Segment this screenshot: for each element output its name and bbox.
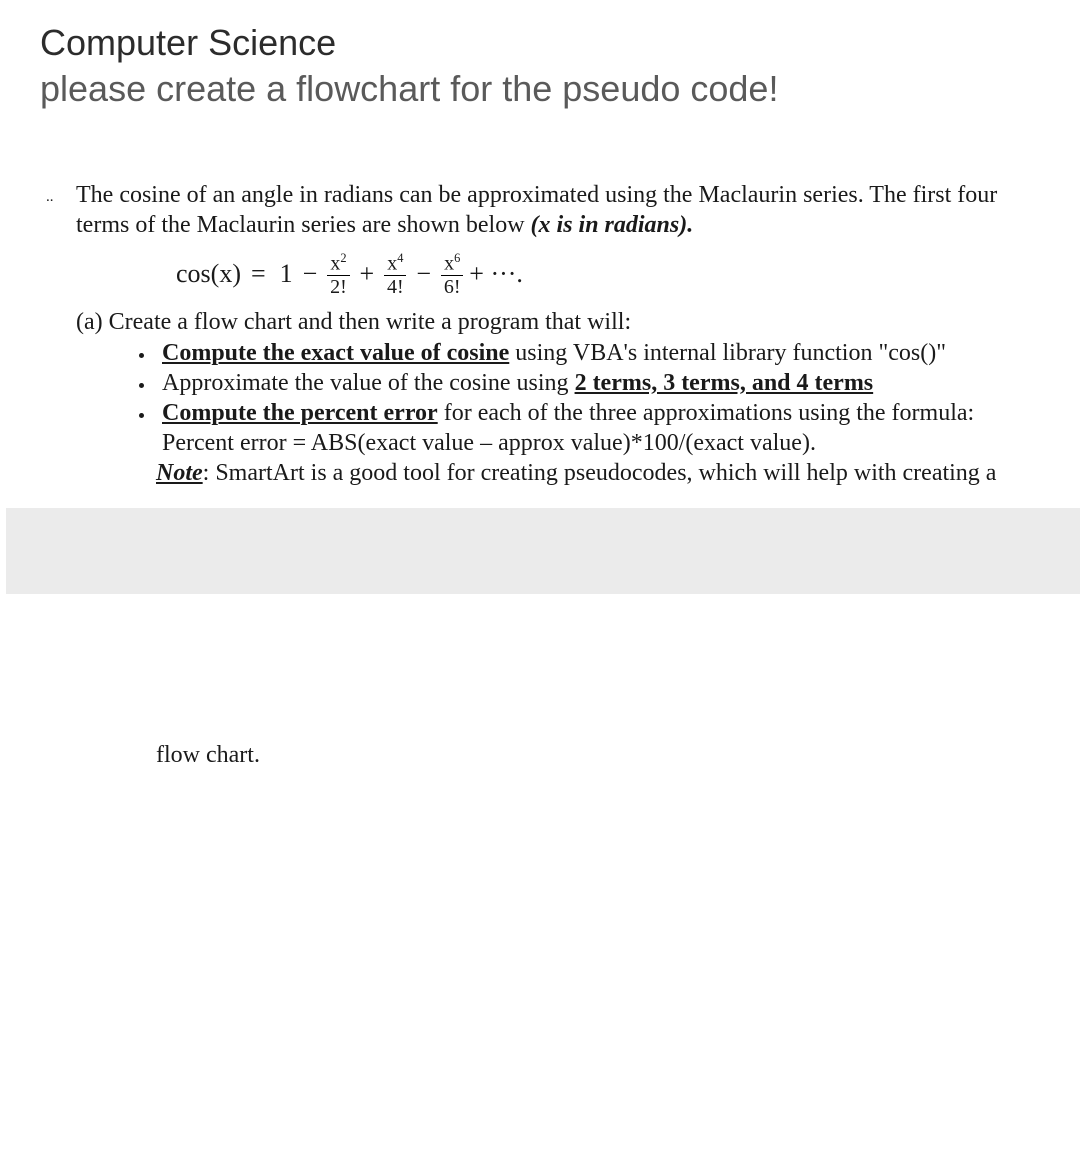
formula-first-term: 1 — [280, 259, 293, 289]
f3-den: 6! — [444, 276, 461, 297]
f3-base: x — [444, 253, 454, 275]
part-a-prompt: (a) Create a flow chart and then write a… — [76, 309, 1040, 336]
intro-emphasis: (x is in radians). — [531, 212, 694, 238]
list-item: Approximate the value of the cosine usin… — [156, 368, 1040, 398]
f1-base: x — [330, 253, 340, 275]
note-continuation: flow chart. — [156, 742, 1040, 769]
formula-fraction-3: x6 6! — [441, 252, 463, 297]
bullet2-underline: 2 terms, 3 terms, and 4 terms — [575, 370, 874, 396]
list-item: Compute the exact value of cosine using … — [156, 338, 1040, 368]
bullet1-rest: using VBA's internal library function "c… — [509, 340, 946, 366]
f2-base: x — [387, 253, 397, 275]
list-item: Compute the percent error for each of th… — [156, 398, 1040, 458]
requirements-list: Compute the exact value of cosine using … — [156, 338, 1040, 458]
note-label: Note — [156, 460, 203, 486]
request-text: please create a flowchart for the pseudo… — [40, 68, 1040, 110]
intro-paragraph: The cosine of an angle in radians can be… — [76, 180, 1040, 240]
f2-pow: 4 — [397, 251, 403, 265]
leading-marker: .. — [46, 180, 76, 212]
formula-op-minus1: − — [303, 259, 318, 289]
bullet1-underline: Compute the exact value of cosine — [162, 340, 509, 366]
formula-op-plus1: + — [360, 259, 375, 289]
note-line: Note: SmartArt is a good tool for creati… — [156, 458, 1040, 488]
f1-den: 2! — [330, 276, 347, 297]
problem-statement: .. The cosine of an angle in radians can… — [40, 180, 1040, 769]
formula-fraction-2: x4 4! — [384, 252, 406, 297]
subject-heading: Computer Science — [40, 22, 1040, 64]
formula-equals: = — [251, 259, 266, 289]
bullet2-lead: Approximate the value of the cosine usin… — [162, 370, 575, 396]
f1-pow: 2 — [340, 251, 346, 265]
ad-placeholder — [6, 508, 1080, 594]
maclaurin-formula: cos(x) = 1 − x2 2! + x4 4! − x6 6! + ···… — [176, 252, 1040, 297]
f3-pow: 6 — [454, 251, 460, 265]
formula-op-minus2: − — [416, 259, 431, 289]
note-text: : SmartArt is a good tool for creating p… — [203, 460, 997, 486]
bullet3-underline: Compute the percent error — [162, 400, 438, 426]
formula-lhs: cos(x) — [176, 259, 241, 289]
f2-den: 4! — [387, 276, 404, 297]
formula-fraction-1: x2 2! — [327, 252, 349, 297]
formula-trailing: + ···. — [469, 259, 523, 289]
